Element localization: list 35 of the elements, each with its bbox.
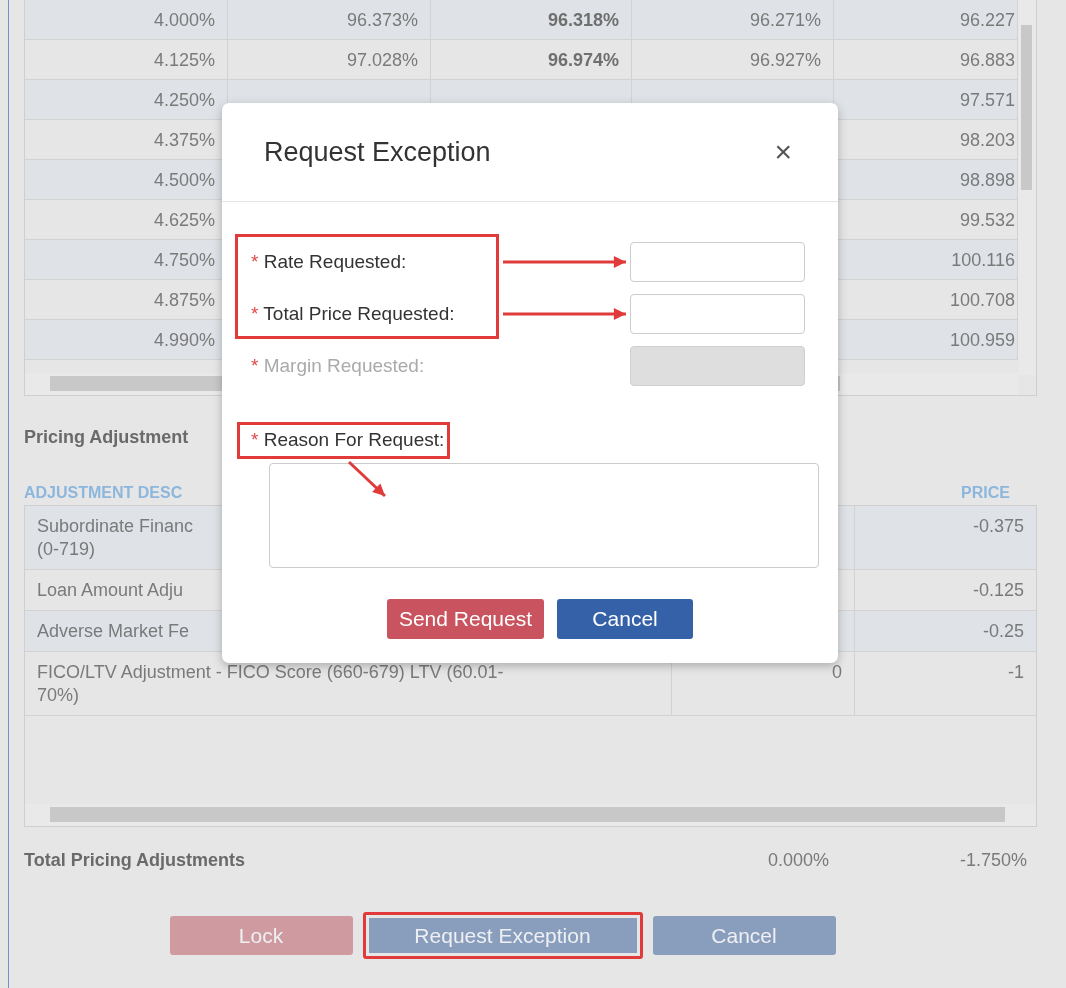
section-title: Pricing Adjustment xyxy=(24,427,189,447)
table-cell: 96.373% xyxy=(228,0,431,40)
total-value: -1.750% xyxy=(959,850,1027,870)
table-cell: -1 xyxy=(1008,662,1024,682)
table-cell: 96.271% xyxy=(632,0,834,40)
table-cell: 96.318% xyxy=(431,0,632,40)
column-header: ADJUSTMENT DESC xyxy=(24,484,183,501)
text-area[interactable] xyxy=(269,462,819,568)
table-cell: FICO/LTV Adjustment - FICO Score (660-679) LTV (60.01-70%) xyxy=(37,662,504,705)
action-button[interactable]: Cancel xyxy=(652,916,836,955)
column-header: PRICE xyxy=(961,484,1010,501)
table-cell: -0.25 xyxy=(982,621,1024,641)
action-button[interactable]: Request Exception xyxy=(362,912,643,959)
field-label: * Margin Requested: xyxy=(250,353,426,378)
field-label: * Rate Requested: xyxy=(250,249,408,274)
dialog-button[interactable]: Cancel xyxy=(557,598,694,639)
table-cell: 4.000% xyxy=(25,0,228,40)
input-field[interactable] xyxy=(630,294,805,334)
total-label: Total Pricing Adjustments xyxy=(24,850,246,870)
field-label: * Reason For Request: xyxy=(237,422,451,459)
table-cell: Adverse Market Fe xyxy=(37,621,190,641)
table-cell: -0.375 xyxy=(972,516,1024,536)
dialog-button[interactable]: Send Request xyxy=(386,598,545,639)
table-cell: -0.125 xyxy=(972,580,1024,600)
table-cell: 97.571 xyxy=(834,80,1018,120)
input-field[interactable] xyxy=(630,242,805,282)
table-cell: 96.227 xyxy=(834,0,1018,40)
field-label: * Total Price Requested: xyxy=(250,301,456,326)
close-button[interactable]: × xyxy=(770,137,796,167)
table-cell: Subordinate Financ (0-719) xyxy=(37,516,194,559)
dialog-title: Request Exception xyxy=(264,135,491,169)
table-cell: 4.250% xyxy=(25,80,228,120)
table-cell: 0 xyxy=(832,662,842,682)
table-cell: Loan Amount Adju xyxy=(37,580,184,600)
total-value: 0.000% xyxy=(767,850,829,870)
